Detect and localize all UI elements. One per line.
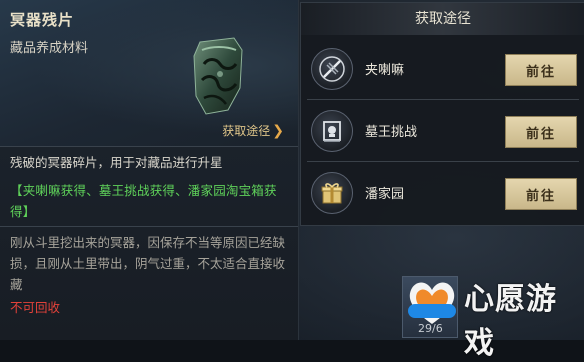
acquire-source-label: 夹喇嘛 — [365, 63, 405, 78]
acquire-panel: 获取途径 夹喇嘛 前往 墓王挑战 前往 潘家园 前往 — [300, 2, 584, 226]
acquire-title: 获取途径 — [301, 3, 584, 35]
item-type: 藏品养成材料 — [10, 41, 89, 56]
row-divider — [307, 161, 579, 162]
wish-logo-icon — [408, 282, 456, 324]
goto-button[interactable]: 前往 — [505, 54, 577, 86]
chevron-right-icon: ❯ — [272, 122, 284, 139]
item-obtain-methods: 【夹喇嘛获得、墓王挑战获得、潘家园淘宝箱获得】 — [10, 183, 277, 219]
gift-box-icon — [311, 172, 353, 214]
divider — [0, 226, 298, 227]
watermark-title: 心愿游戏 — [464, 282, 557, 361]
tomb-king-icon — [311, 110, 353, 152]
item-description: 残破的冥器碎片，用于对藏品进行升星 — [10, 155, 223, 170]
item-header: 冥器残片 藏品养成材料 获取途径 ❯ — [0, 0, 298, 146]
acquire-source-label: 墓王挑战 — [365, 125, 418, 140]
watermark: 心愿游戏 — [404, 270, 582, 361]
acquire-source-row: 夹喇嘛 前往 — [307, 41, 579, 97]
acquire-source-row: 潘家园 前往 — [307, 165, 579, 221]
goto-button[interactable]: 前往 — [505, 178, 577, 210]
source-link[interactable]: 获取途径 ❯ — [222, 122, 284, 139]
row-divider — [307, 99, 579, 100]
acquire-source-label: 潘家园 — [365, 187, 405, 202]
item-lore: 刚从斗里挖出来的冥器，因保存不当等原因已经缺损，且刚从土里带出，阴气过重，不太适… — [10, 235, 286, 292]
jialama-icon — [311, 48, 353, 90]
item-name: 冥器残片 — [10, 11, 75, 29]
item-detail-panel: 冥器残片 藏品养成材料 获取途径 ❯ 残破的冥器碎片，用于对藏品进行升星 【夹喇… — [0, 0, 299, 340]
recycle-status: 不可回收 — [10, 300, 61, 315]
relic-fragment-icon — [193, 37, 243, 115]
source-link-label[interactable]: 获取途径 — [222, 122, 270, 139]
acquire-source-row: 墓王挑战 前往 — [307, 103, 579, 159]
divider — [0, 146, 298, 147]
goto-button[interactable]: 前往 — [505, 116, 577, 148]
